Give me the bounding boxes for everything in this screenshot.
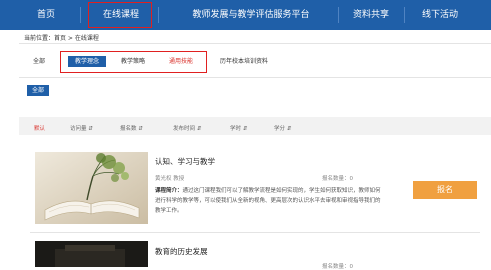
course-title[interactable]: 认知、学习与教学 bbox=[155, 156, 215, 167]
course-desc-label: 课程简介： bbox=[155, 188, 183, 194]
sort-arrow-icon: ⇵ bbox=[88, 126, 93, 132]
sort-credits[interactable]: 学分 ⇵ bbox=[274, 124, 291, 132]
nav-divider bbox=[80, 7, 81, 23]
nav-home[interactable]: 首页 bbox=[25, 0, 67, 30]
nav-divider bbox=[338, 7, 339, 23]
nav-divider bbox=[404, 7, 405, 23]
course-thumbnail[interactable] bbox=[35, 152, 148, 224]
course-thumbnail[interactable] bbox=[35, 241, 148, 267]
sort-hours[interactable]: 学时 ⇵ bbox=[230, 124, 247, 132]
top-nav: 首页 在线课程 教师发展与教学评估服务平台 资料共享 线下活动 bbox=[0, 0, 491, 30]
sort-visits[interactable]: 访问量 ⇵ bbox=[70, 124, 93, 132]
sort-arrow-icon: ⇵ bbox=[138, 126, 143, 132]
sort-arrow-icon: ⇵ bbox=[286, 126, 292, 132]
filter-all[interactable]: 全部 bbox=[28, 56, 50, 67]
divider bbox=[19, 43, 491, 44]
sort-enrollments[interactable]: 报名数 ⇵ bbox=[120, 124, 143, 132]
course-description: 课程简介：通过这门课程我们可以了解教学流程是如何实现的，学生如何获取知识，教师如… bbox=[155, 188, 381, 214]
dark-books-illustration bbox=[35, 241, 148, 267]
sort-default[interactable]: 默认 bbox=[34, 124, 45, 132]
nav-offline-activities[interactable]: 线下活动 bbox=[412, 0, 468, 30]
subfilter-all[interactable]: 全部 bbox=[27, 85, 49, 96]
divider bbox=[19, 77, 491, 78]
sort-arrow-icon: ⇵ bbox=[196, 126, 202, 132]
nav-resources[interactable]: 资料共享 bbox=[344, 0, 398, 30]
nav-highlight-box bbox=[88, 2, 152, 28]
nav-divider bbox=[158, 7, 159, 23]
book-tree-illustration bbox=[35, 152, 148, 224]
course-enroll-count: 报名数量：0 bbox=[322, 176, 353, 182]
enroll-button[interactable]: 报名 bbox=[413, 181, 477, 199]
sort-publish-time[interactable]: 发布时间 ⇵ bbox=[173, 124, 201, 132]
breadcrumb: 当前位置：首页 > 在线课程 bbox=[24, 35, 99, 42]
filter-tag-training-archive[interactable]: 历年校本培训资料 bbox=[214, 56, 274, 67]
sort-arrow-icon: ⇵ bbox=[242, 126, 248, 132]
course-title[interactable]: 教育的历史发展 bbox=[155, 246, 208, 257]
course-enroll-count: 报名数量：0 bbox=[322, 264, 353, 270]
nav-teacher-platform[interactable]: 教师发展与教学评估服务平台 bbox=[170, 0, 332, 30]
course-teacher: 黄光权 教授 bbox=[155, 176, 185, 182]
divider bbox=[30, 232, 480, 233]
filter-highlight-box bbox=[60, 51, 207, 73]
